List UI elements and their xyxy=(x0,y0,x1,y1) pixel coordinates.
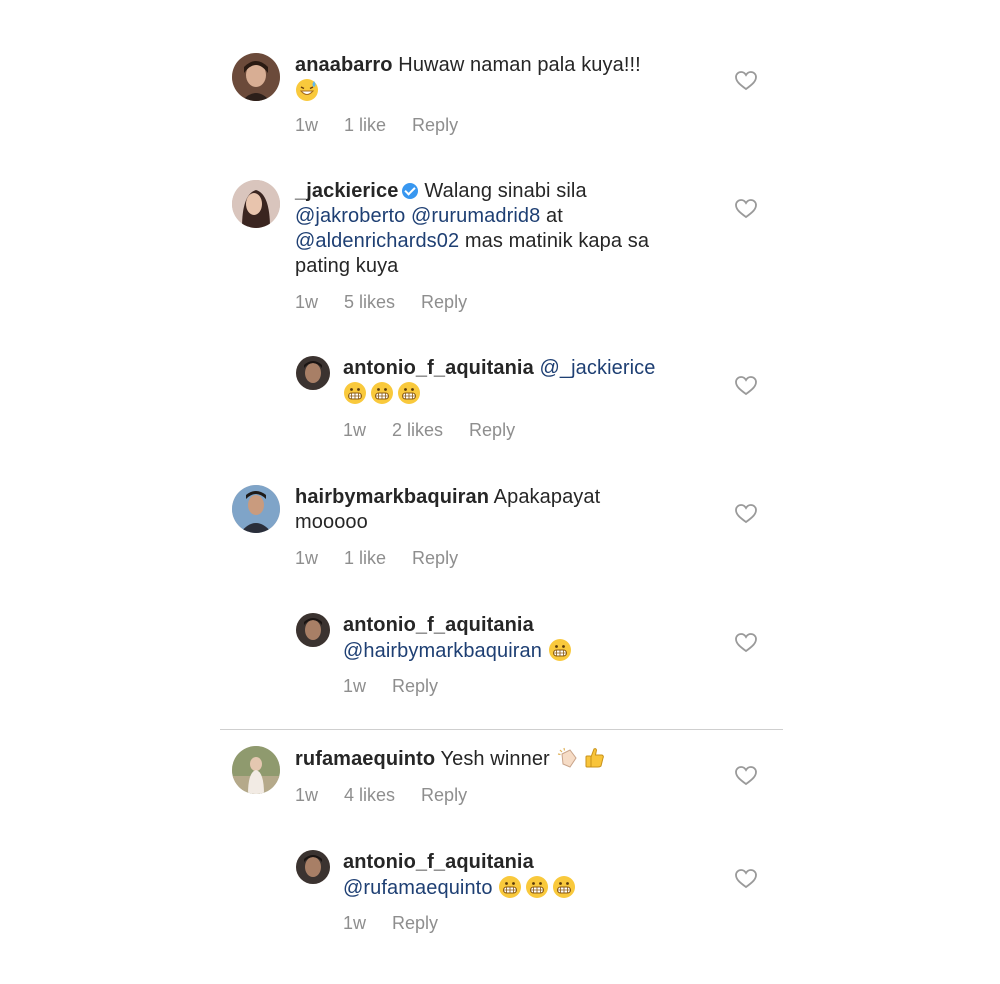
comment-body: Yesh winner xyxy=(440,748,550,770)
username[interactable]: antonio_f_aquitania xyxy=(343,851,534,873)
comment-body: at xyxy=(546,205,563,227)
avatar[interactable] xyxy=(296,356,330,390)
comment-meta: 1w 4 likes Reply xyxy=(295,785,493,806)
comment-text: _jackierice Walang sinabi sila @jakrobert… xyxy=(295,179,715,279)
username[interactable]: anaabarro xyxy=(295,54,393,76)
grimacing-face-emoji xyxy=(498,875,522,899)
like-count[interactable]: 1 like xyxy=(344,115,386,136)
username[interactable]: antonio_f_aquitania xyxy=(343,614,534,636)
timestamp: 1w xyxy=(295,115,319,135)
like-heart-icon[interactable] xyxy=(735,199,757,219)
grimacing-face-emoji xyxy=(397,381,421,405)
grimacing-face-emoji xyxy=(370,381,394,405)
comment-text: rufamaequinto Yesh winner xyxy=(295,746,715,772)
avatar[interactable] xyxy=(296,850,330,884)
reply-button[interactable]: Reply xyxy=(392,913,438,934)
comment-body: Huwaw naman pala kuya!!! xyxy=(398,54,641,76)
avatar[interactable] xyxy=(232,180,280,228)
timestamp: 1w xyxy=(343,913,367,933)
username[interactable]: rufamaequinto xyxy=(295,748,435,770)
grimacing-face-emoji xyxy=(343,381,367,405)
username[interactable]: antonio_f_aquitania xyxy=(343,357,534,379)
username[interactable]: _jackierice xyxy=(295,180,398,202)
avatar[interactable] xyxy=(296,613,330,647)
username[interactable]: hairbymarkbaquiran xyxy=(295,486,489,508)
reply-button[interactable]: Reply xyxy=(412,548,458,569)
grimacing-face-emoji xyxy=(525,875,549,899)
like-heart-icon[interactable] xyxy=(735,376,757,396)
comment-body: mooooo xyxy=(295,511,368,533)
divider xyxy=(220,729,783,730)
like-count[interactable]: 4 likes xyxy=(344,785,395,806)
timestamp: 1w xyxy=(295,292,319,312)
comment-meta: 1w 1 like Reply xyxy=(295,548,484,569)
like-heart-icon[interactable] xyxy=(735,766,757,786)
clapping-hands-emoji xyxy=(556,746,580,770)
comment-body: Apakapayat xyxy=(493,486,601,508)
verified-badge-icon xyxy=(402,183,419,199)
reply-button[interactable]: Reply xyxy=(392,676,438,697)
timestamp: 1w xyxy=(343,676,367,696)
grinning-sweat-emoji xyxy=(295,78,319,102)
comment-meta: 1w 1 like Reply xyxy=(295,115,484,136)
comment-text: antonio_f_aquitania @hairbymarkbaquiran xyxy=(343,613,723,664)
mention-link[interactable]: @jakroberto xyxy=(295,205,405,227)
comment-body: pating kuya xyxy=(295,255,399,277)
like-heart-icon[interactable] xyxy=(735,504,757,524)
like-count[interactable]: 2 likes xyxy=(392,420,443,441)
avatar[interactable] xyxy=(232,485,280,533)
comment-meta: 1w Reply xyxy=(343,913,464,934)
reply-button[interactable]: Reply xyxy=(421,785,467,806)
comment-body: Walang sinabi sila xyxy=(424,180,587,202)
mention-link[interactable]: @_jackierice xyxy=(539,357,655,379)
comment-text: antonio_f_aquitania @rufamaequinto xyxy=(343,850,723,901)
comment-meta: 1w Reply xyxy=(343,676,464,697)
avatar[interactable] xyxy=(232,53,280,101)
comment-text: anaabarro Huwaw naman pala kuya!!! xyxy=(295,53,715,104)
reply-button[interactable]: Reply xyxy=(412,115,458,136)
reply-button[interactable]: Reply xyxy=(421,292,467,313)
timestamp: 1w xyxy=(295,785,319,805)
like-count[interactable]: 1 like xyxy=(344,548,386,569)
mention-link[interactable]: @rurumadrid8 xyxy=(411,205,540,227)
grimacing-face-emoji xyxy=(548,638,572,662)
comment-text: hairbymarkbaquiran Apakapayat mooooo xyxy=(295,485,655,535)
grimacing-face-emoji xyxy=(552,875,576,899)
comment-meta: 1w 2 likes Reply xyxy=(343,420,541,441)
mention-link[interactable]: @aldenrichards02 xyxy=(295,230,459,252)
reply-button[interactable]: Reply xyxy=(469,420,515,441)
timestamp: 1w xyxy=(343,420,367,440)
thumbs-up-emoji xyxy=(583,746,607,770)
mention-link[interactable]: @rufamaequinto xyxy=(343,877,493,899)
like-heart-icon[interactable] xyxy=(735,869,757,889)
timestamp: 1w xyxy=(295,548,319,568)
comment-text: antonio_f_aquitania @_jackierice xyxy=(343,356,723,407)
like-heart-icon[interactable] xyxy=(735,633,757,653)
like-heart-icon[interactable] xyxy=(735,71,757,91)
mention-link[interactable]: @hairbymarkbaquiran xyxy=(343,640,542,662)
avatar[interactable] xyxy=(232,746,280,794)
comment-body: mas matinik kapa sa xyxy=(464,230,650,252)
like-count[interactable]: 5 likes xyxy=(344,292,395,313)
comment-meta: 1w 5 likes Reply xyxy=(295,292,493,313)
